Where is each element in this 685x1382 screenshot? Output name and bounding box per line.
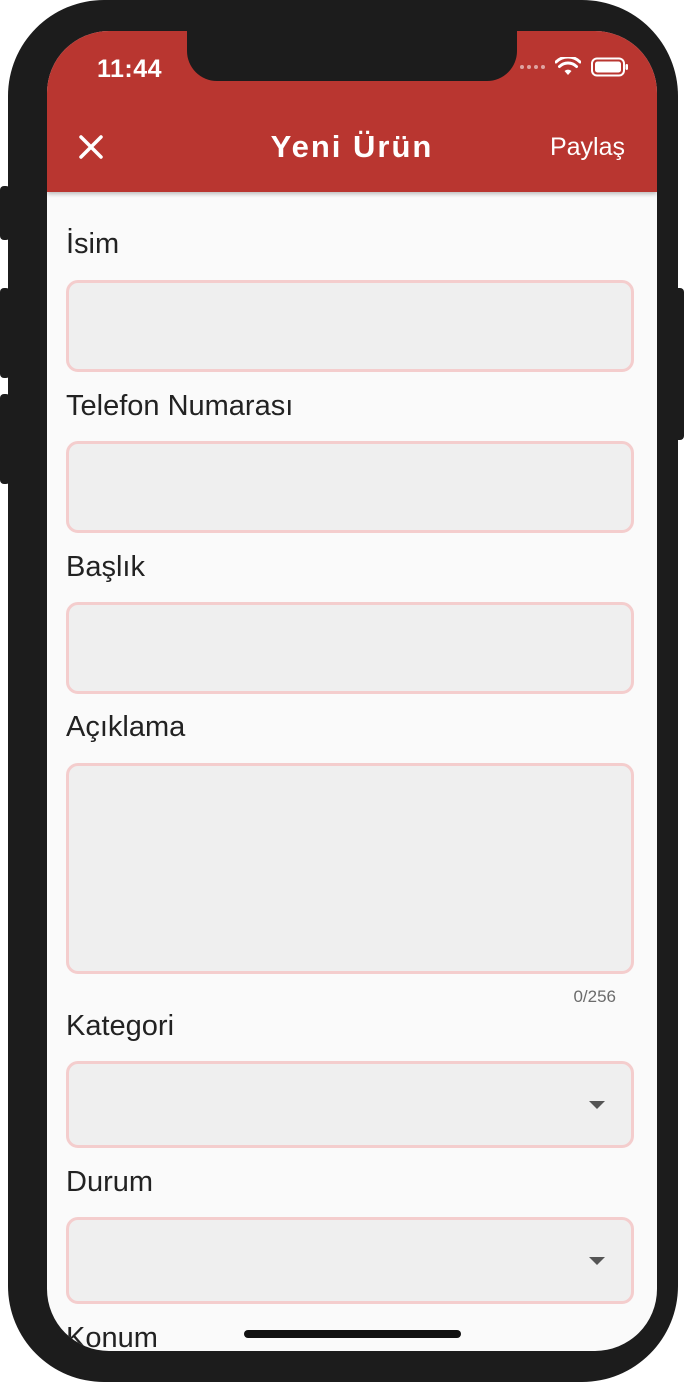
home-indicator (244, 1330, 461, 1338)
description-label: Açıklama (66, 711, 186, 743)
notch (187, 31, 517, 81)
category-label: Kategori (66, 1010, 175, 1042)
category-dropdown[interactable] (66, 1061, 634, 1148)
name-field[interactable] (66, 280, 634, 372)
share-button[interactable]: Paylaş (550, 133, 625, 162)
mute-switch (0, 186, 10, 240)
condition-label: Durum (66, 1166, 154, 1198)
phone-field[interactable] (66, 441, 634, 533)
signal-icon (520, 65, 545, 69)
title-label: Başlık (66, 551, 145, 583)
wifi-icon (555, 57, 581, 75)
phone-label: Telefon Numarası (66, 390, 294, 422)
volume-down-button (0, 394, 10, 484)
condition-dropdown[interactable] (66, 1217, 634, 1304)
screen: 11:44 Yeni Ürün Paylaş İsim Telefon Numa… (47, 31, 657, 1351)
location-label: Konum (66, 1322, 158, 1351)
description-field[interactable] (66, 763, 634, 974)
description-counter: 0/256 (573, 987, 616, 1006)
volume-up-button (0, 288, 10, 378)
chevron-down-icon (589, 1100, 605, 1109)
name-label: İsim (66, 228, 120, 260)
status-icons (520, 57, 629, 77)
power-button (674, 288, 684, 440)
battery-icon (591, 57, 628, 77)
title-field[interactable] (66, 602, 634, 694)
chevron-down-icon (589, 1256, 605, 1265)
phone-frame: 11:44 Yeni Ürün Paylaş İsim Telefon Numa… (0, 0, 684, 1382)
status-time: 11:44 (97, 55, 163, 83)
